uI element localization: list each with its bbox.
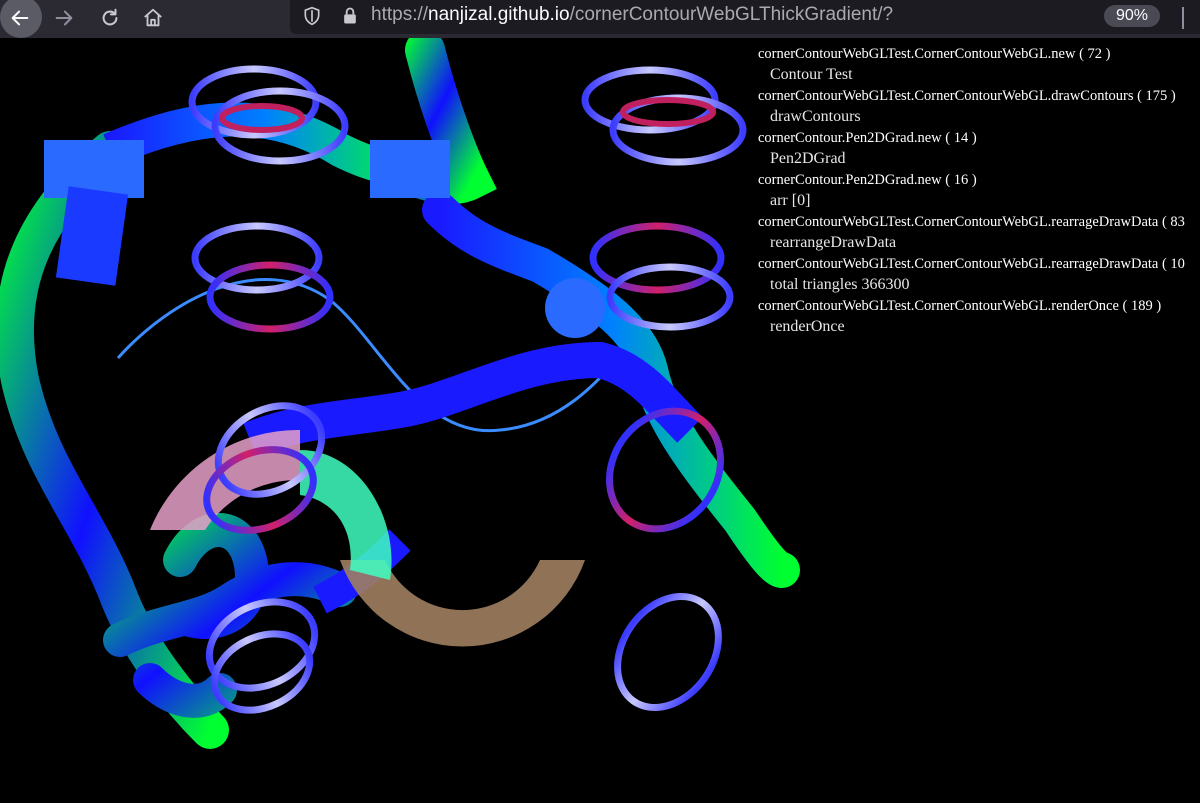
toolbar-separator (1182, 7, 1184, 29)
log-entry: cornerContourWebGLTest.CornerContourWebG… (758, 86, 1200, 128)
log-message: total triangles 366300 (770, 276, 910, 293)
log-message: Pen2DGrad (770, 150, 846, 167)
fan-block-top (370, 140, 450, 198)
back-arrow-icon (11, 10, 29, 26)
forward-button[interactable] (46, 0, 82, 36)
url-scheme: https:// (371, 4, 429, 25)
log-source: cornerContourWebGLTest.CornerContourWebG… (758, 88, 1176, 104)
reload-icon (102, 8, 118, 26)
lock-icon[interactable] (340, 6, 360, 26)
ring-right-tilted (606, 407, 724, 533)
log-source: cornerContour.Pen2DGrad.new ( 14 ) (758, 130, 977, 146)
log-source: cornerContourWebGLTest.CornerContourWebG… (758, 256, 1185, 272)
fan-dot-right (545, 278, 605, 338)
log-entry: cornerContourWebGLTest.CornerContourWebG… (758, 254, 1200, 296)
log-message: arr [0] (770, 192, 811, 209)
url-path: /cornerContourWebGLThickGradient/? (569, 4, 894, 25)
log-message: rearrangeDrawData (770, 234, 897, 251)
home-icon (144, 8, 162, 27)
log-message: renderOnce (770, 318, 845, 335)
fan-block-left-arm (55, 186, 129, 286)
log-message: drawContours (770, 108, 861, 125)
log-source: cornerContourWebGLTest.CornerContourWebG… (758, 214, 1185, 230)
back-button[interactable] (2, 0, 38, 36)
log-entry: cornerContour.Pen2DGrad.new ( 14 ) Pen2DG… (758, 128, 1200, 170)
log-entry: cornerContourWebGLTest.CornerContourWebG… (758, 212, 1200, 254)
ring-bottom-right (614, 592, 722, 712)
zoom-level-badge[interactable]: 90% (1104, 5, 1160, 27)
log-entry: cornerContourWebGLTest.CornerContourWebG… (758, 44, 1200, 86)
ring-pair-top-right (581, 66, 747, 166)
console-log: cornerContourWebGLTest.CornerContourWebG… (758, 44, 1200, 338)
reload-button[interactable] (92, 0, 128, 36)
log-entry: cornerContourWebGLTest.CornerContourWebG… (758, 296, 1200, 338)
home-button[interactable] (135, 0, 171, 36)
url-host: nanjizal.github.io (428, 4, 570, 25)
shield-icon[interactable] (302, 6, 322, 26)
ring-pair-mid-left (191, 222, 334, 333)
log-source: cornerContourWebGLTest.CornerContourWebG… (758, 298, 1162, 314)
url-text[interactable]: https://nanjizal.github.io/cornerContour… (371, 4, 893, 26)
log-message: Contour Test (770, 66, 853, 83)
log-source: cornerContour.Pen2DGrad.new ( 16 ) (758, 172, 977, 188)
log-entry: cornerContour.Pen2DGrad.new ( 16 ) arr [0… (758, 170, 1200, 212)
fan-block-left (44, 140, 144, 198)
forward-arrow-icon (55, 10, 73, 26)
ring-pair-mid-right (589, 222, 734, 331)
browser-toolbar: https://nanjizal.github.io/cornerContour… (0, 0, 1200, 38)
log-source: cornerContourWebGLTest.CornerContourWebG… (758, 46, 1111, 62)
